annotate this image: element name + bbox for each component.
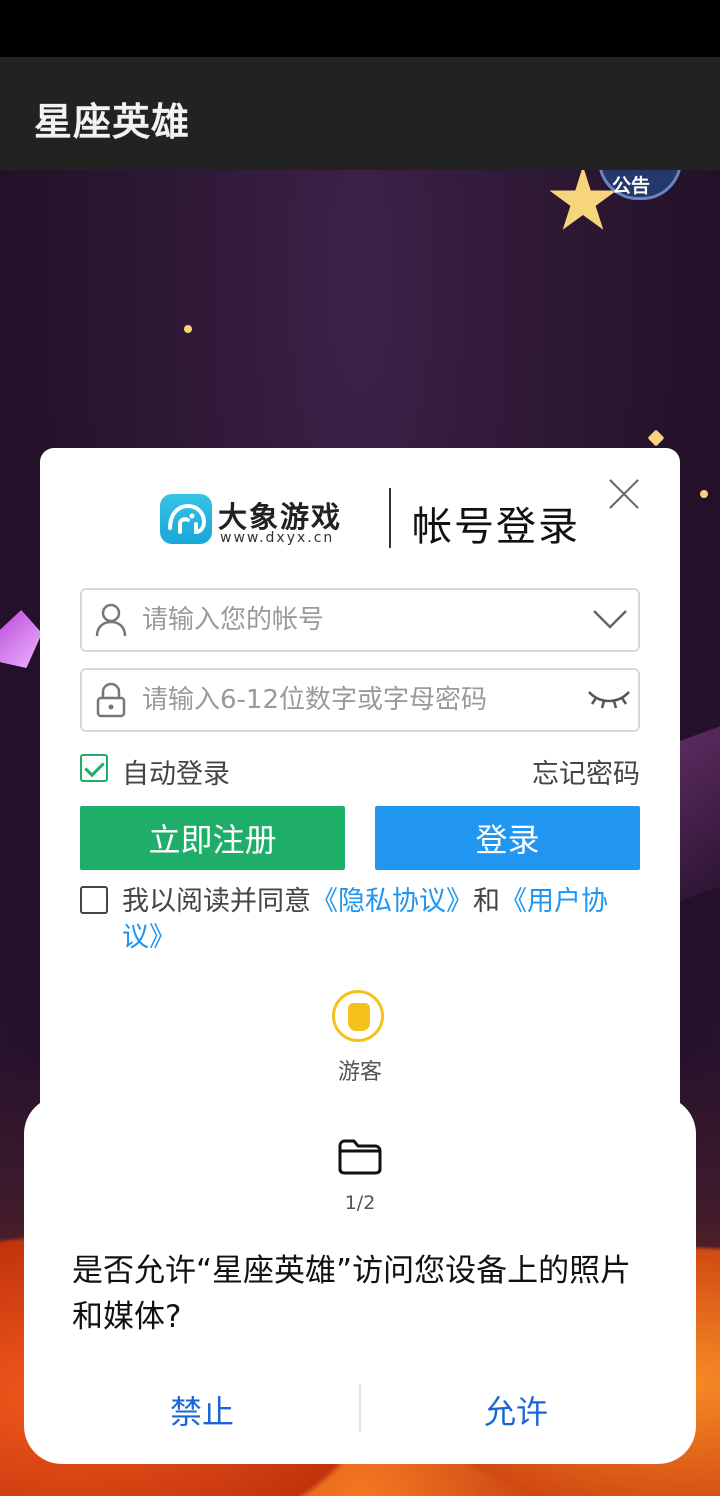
brand-url: www.dxyx.cn xyxy=(220,530,335,546)
agreement-prefix: 我以阅读并同意 xyxy=(122,886,311,917)
login-button[interactable]: 登录 xyxy=(375,806,640,870)
agreement-row: 我以阅读并同意《隐私协议》和《用户协议》 xyxy=(80,884,640,974)
account-field xyxy=(80,588,640,652)
auto-login-label: 自动登录 xyxy=(122,759,230,790)
sparkle-icon xyxy=(184,325,192,333)
app-bar: 星座英雄 xyxy=(0,57,720,170)
allow-button[interactable]: 允许 xyxy=(396,1386,636,1432)
eye-closed-icon[interactable] xyxy=(586,686,632,712)
status-bar xyxy=(0,0,720,57)
permission-dialog: 1/2 是否允许“星座英雄”访问您设备上的照片和媒体? 禁止 允许 xyxy=(24,1096,696,1464)
tap-hand-icon xyxy=(332,990,384,1042)
agreement-text: 我以阅读并同意《隐私协议》和《用户协议》 xyxy=(122,884,642,956)
guest-label: 游客 xyxy=(337,1060,382,1085)
app-title: 星座英雄 xyxy=(34,100,191,144)
lock-icon xyxy=(96,682,126,718)
sparkle-icon xyxy=(700,490,708,498)
button-divider xyxy=(359,1384,361,1432)
deny-button[interactable]: 禁止 xyxy=(82,1386,322,1432)
login-card: 大象游戏 www.dxyx.cn 帐号登录 自动登录 忘记密码 立即注册 登录 xyxy=(40,448,680,1168)
agreement-and: 和 xyxy=(473,886,500,917)
guest-login-button[interactable]: 游客 xyxy=(330,990,390,1090)
account-input[interactable] xyxy=(140,600,564,640)
close-icon[interactable] xyxy=(606,476,642,512)
sparkle-icon xyxy=(647,429,665,447)
password-input[interactable] xyxy=(140,680,564,720)
login-title: 帐号登录 xyxy=(412,504,580,550)
user-icon xyxy=(95,603,127,637)
crystal-ornament xyxy=(680,719,720,901)
title-divider xyxy=(389,488,391,548)
password-field xyxy=(80,668,640,732)
permission-message: 是否允许“星座英雄”访问您设备上的照片和媒体? xyxy=(72,1253,632,1335)
page-indicator: 1/2 xyxy=(344,1192,376,1214)
folder-icon xyxy=(338,1139,382,1175)
chevron-down-icon[interactable] xyxy=(592,608,628,630)
agreement-checkbox[interactable] xyxy=(80,886,108,914)
remember-row: 自动登录 忘记密码 xyxy=(80,752,640,791)
brand: 大象游戏 www.dxyx.cn xyxy=(160,490,350,550)
elephant-logo-icon xyxy=(160,494,212,544)
crystal-ornament xyxy=(0,610,42,668)
forgot-password-link[interactable]: 忘记密码 xyxy=(532,752,640,791)
register-button[interactable]: 立即注册 xyxy=(80,806,345,870)
notice-label: 公告 xyxy=(612,175,651,197)
auto-login-checkbox[interactable] xyxy=(80,754,108,782)
privacy-policy-link[interactable]: 《隐私协议》 xyxy=(311,886,473,917)
